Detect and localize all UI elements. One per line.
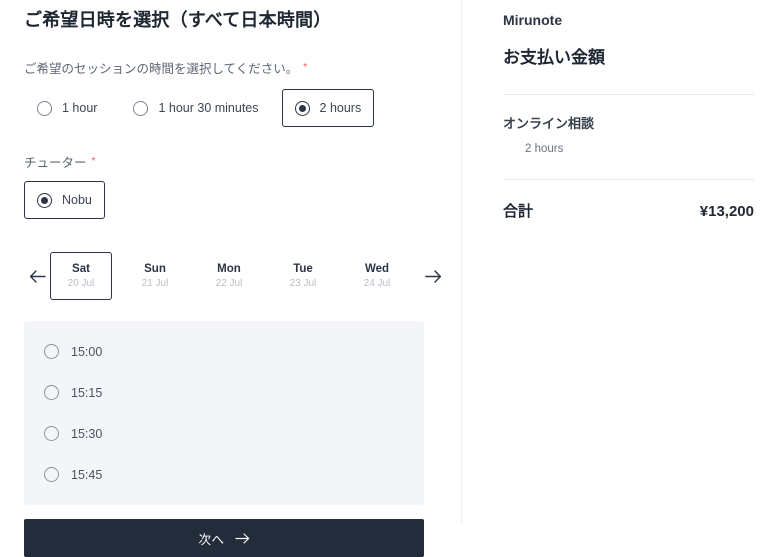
date-day: 20 Jul [67, 277, 95, 289]
required-asterisk-icon: * [303, 62, 308, 73]
booking-form-panel: ご希望日時を選択（すべて日本時間） ご希望のセッションの時間を選択してください。… [0, 0, 461, 557]
date-dow: Sat [72, 262, 90, 275]
arrow-right-icon [225, 532, 250, 544]
date-dow: Mon [217, 262, 241, 275]
radio-icon [44, 467, 59, 482]
total-value: ¥13,200 [699, 203, 754, 220]
radio-icon [44, 426, 59, 441]
time-slot-1500[interactable]: 15:00 [24, 331, 424, 372]
radio-icon [133, 100, 149, 116]
time-slot-label: 15:00 [71, 344, 103, 359]
duration-option-1-hour-30-minutes[interactable]: 1 hour 30 minutes [120, 89, 271, 127]
date-dow: Sun [144, 262, 166, 275]
time-slot-1530[interactable]: 15:30 [24, 413, 424, 454]
duration-field-label: ご希望のセッションの時間を選択してください。 * [24, 61, 437, 77]
arrow-right-icon[interactable] [420, 263, 446, 289]
date-track: Sat 20 Jul Sun 21 Jul Mon 22 Jul Tue 23 … [50, 249, 420, 303]
summary-divider-bottom [503, 179, 754, 180]
tutor-options: Nobu [24, 181, 437, 219]
date-tile-sat[interactable]: Sat 20 Jul [50, 252, 112, 300]
duration-options: 1 hour 1 hour 30 minutes 2 hours [24, 89, 437, 127]
summary-divider-top [503, 94, 754, 95]
radio-icon [37, 100, 52, 116]
date-tile-mon[interactable]: Mon 22 Jul [198, 252, 260, 300]
brand-name: Mirunote [503, 12, 563, 28]
date-dow: Wed [364, 262, 390, 275]
duration-option-2-hours[interactable]: 2 hours [281, 89, 375, 127]
date-day: 22 Jul [215, 277, 243, 289]
line-item-name: オンライン相談 [503, 116, 595, 131]
duration-option-label: 1 hour [62, 101, 98, 115]
arrow-left-icon[interactable] [24, 263, 50, 289]
date-tile-wed[interactable]: Wed 24 Jul [346, 252, 408, 300]
time-slot-label: 15:45 [71, 467, 103, 482]
radio-selected-icon [37, 192, 52, 208]
time-slot-1515[interactable]: 15:15 [24, 372, 424, 413]
tutor-option-label: Nobu [62, 193, 92, 207]
required-asterisk-icon: * [91, 156, 96, 167]
date-day: 23 Jul [289, 277, 317, 289]
date-tile-tue[interactable]: Tue 23 Jul [272, 252, 334, 300]
radio-icon [44, 344, 59, 359]
duration-label-text: ご希望のセッションの時間を選択してください。 [24, 62, 299, 76]
date-dow: Tue [293, 262, 313, 275]
time-slot-label: 15:15 [71, 385, 103, 400]
tutor-field-label: チューター * [24, 155, 437, 171]
total-row: 合計 ¥13,200 [503, 200, 754, 221]
booking-page: ご希望日時を選択（すべて日本時間） ご希望のセッションの時間を選択してください。… [0, 0, 770, 557]
date-day: 24 Jul [363, 277, 391, 289]
date-tile-sun[interactable]: Sun 21 Jul [124, 252, 186, 300]
radio-icon [44, 385, 59, 400]
next-button[interactable]: 次へ [24, 519, 424, 557]
panel-divider [461, 0, 462, 523]
time-slot-1545[interactable]: 15:45 [24, 454, 424, 495]
duration-option-1-hour[interactable]: 1 hour [24, 89, 110, 127]
time-slot-label: 15:30 [71, 426, 103, 441]
payment-summary-panel: Mirunote お支払い金額 オンライン相談 2 hours 合計 ¥13,2… [461, 0, 770, 523]
duration-option-label: 2 hours [319, 101, 362, 115]
time-slot-list: 15:00 15:15 15:30 15:45 [24, 321, 424, 505]
total-label: 合計 [503, 203, 534, 220]
next-button-label: 次へ [198, 532, 225, 547]
radio-selected-icon [294, 100, 310, 116]
date-day: 21 Jul [141, 277, 169, 289]
duration-option-label: 1 hour 30 minutes [158, 101, 259, 115]
tutor-label-text: チューター [24, 156, 87, 170]
page-title: ご希望日時を選択（すべて日本時間） [24, 10, 332, 30]
line-item-detail: 2 hours [525, 143, 564, 155]
date-carousel: Sat 20 Jul Sun 21 Jul Mon 22 Jul Tue 23 … [24, 249, 441, 303]
tutor-option-nobu[interactable]: Nobu [24, 181, 105, 219]
payment-title: お支払い金額 [503, 48, 605, 67]
